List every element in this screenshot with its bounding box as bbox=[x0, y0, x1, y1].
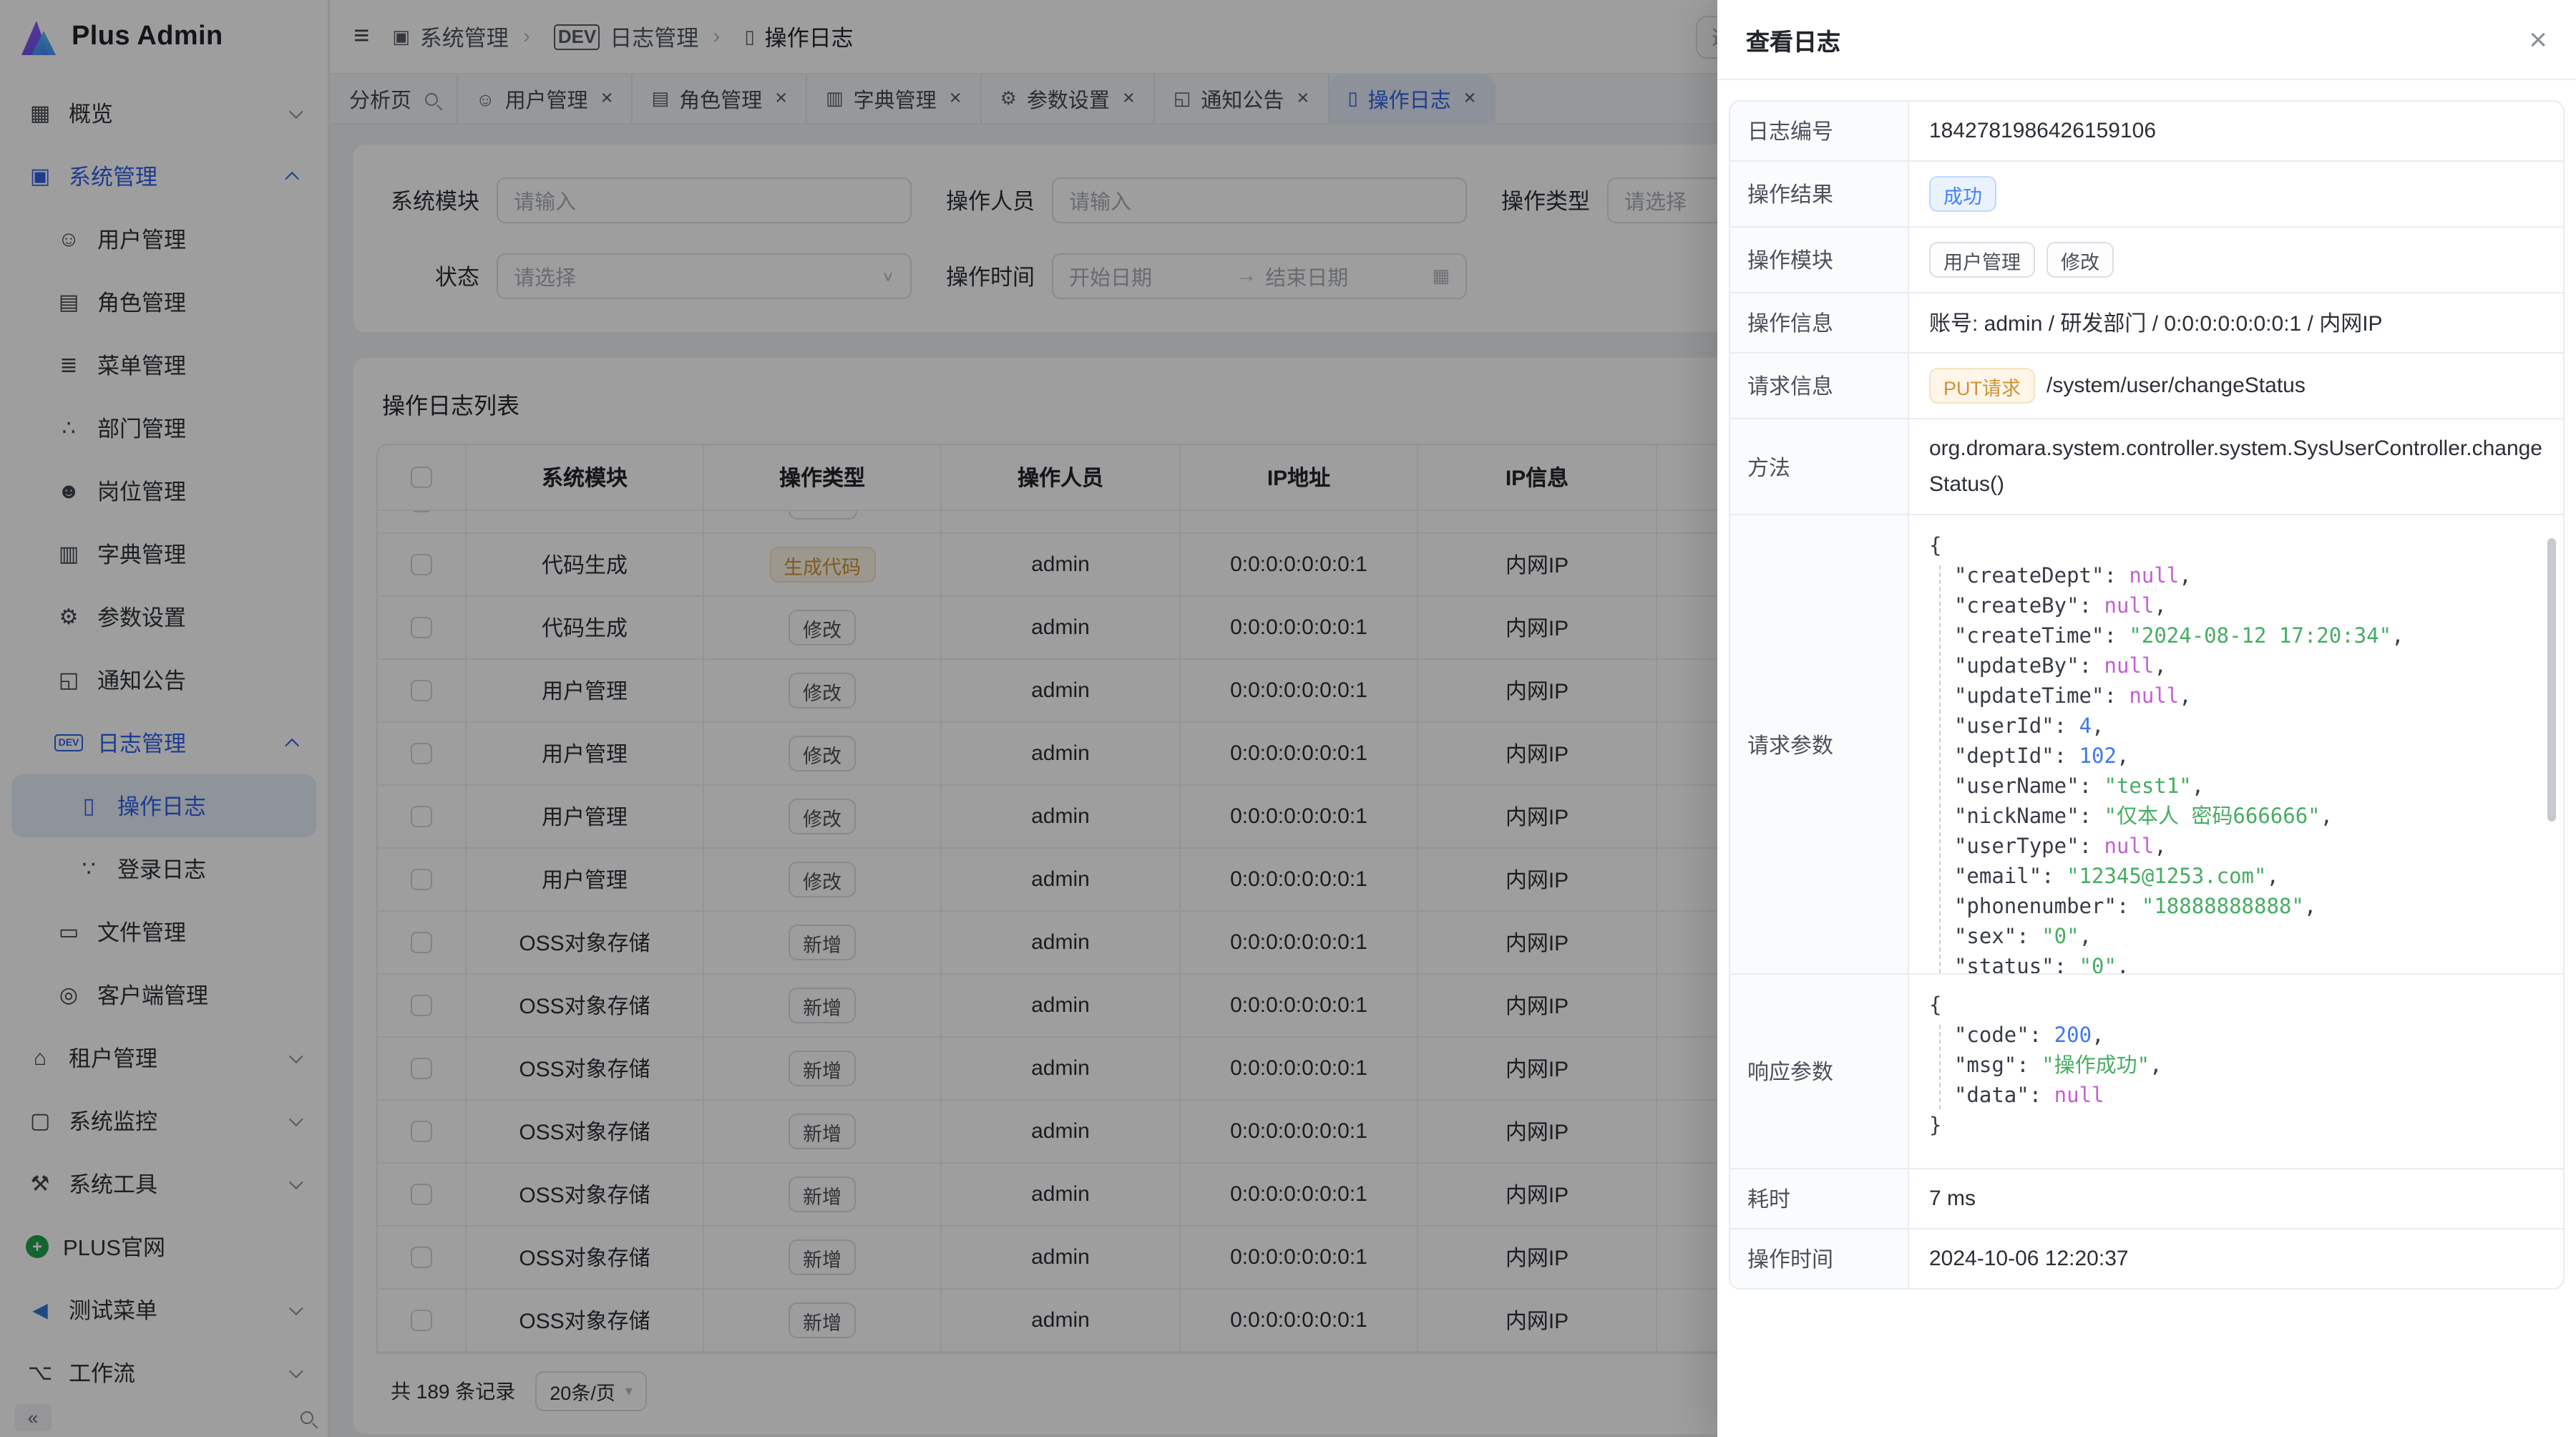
detail-row: 响应参数 { "code": 200, "msg": "操作成功", "data… bbox=[1730, 973, 2563, 1168]
log-id-value: 1842781986426159106 bbox=[1909, 102, 2563, 160]
field-label: 响应参数 bbox=[1730, 975, 1909, 1168]
operation-info-value: 账号: admin / 研发部门 / 0:0:0:0:0:0:0:1 / 内网I… bbox=[1909, 293, 2563, 352]
result-success-tag: 成功 bbox=[1929, 176, 1996, 212]
detail-row: 操作模块 用户管理 修改 bbox=[1730, 226, 2563, 292]
app: Plus Admin ▦ 概览 ▣ 系统管理 ☺ 用户管理 bbox=[0, 0, 2576, 1437]
detail-row: 操作信息 账号: admin / 研发部门 / 0:0:0:0:0:0:0:1 … bbox=[1730, 292, 2563, 352]
json-line: "userId": 4, bbox=[1929, 713, 2543, 743]
field-label: 请求参数 bbox=[1730, 515, 1909, 973]
view-log-drawer: 查看日志 × 日志编号 1842781986426159106 操作结果 成功 … bbox=[1717, 0, 2576, 1437]
json-line: { bbox=[1929, 992, 2543, 1022]
field-label: 操作时间 bbox=[1730, 1229, 1909, 1288]
json-line: } bbox=[1929, 1112, 2543, 1142]
method-value: org.dromara.system.controller.system.Sys… bbox=[1909, 419, 2563, 514]
module-tag: 修改 bbox=[2046, 242, 2114, 278]
json-line: "createDept": null, bbox=[1929, 562, 2543, 593]
drawer-title: 查看日志 bbox=[1746, 22, 1840, 57]
scrollbar-thumb[interactable] bbox=[2547, 538, 2556, 822]
json-line: "status": "0", bbox=[1929, 953, 2543, 973]
json-line: "data": null bbox=[1929, 1082, 2543, 1112]
operation-time-value: 2024-10-06 12:20:37 bbox=[1909, 1229, 2563, 1288]
detail-row: 方法 org.dromara.system.controller.system.… bbox=[1730, 418, 2563, 514]
json-line: "createTime": "2024-08-12 17:20:34", bbox=[1929, 623, 2543, 653]
json-line: "createBy": null, bbox=[1929, 593, 2543, 623]
http-method-tag: PUT请求 bbox=[1929, 368, 2035, 404]
detail-row: 操作时间 2024-10-06 12:20:37 bbox=[1730, 1228, 2563, 1288]
json-line: "updateTime": null, bbox=[1929, 683, 2543, 713]
detail-row: 日志编号 1842781986426159106 bbox=[1730, 102, 2563, 160]
request-url: /system/user/changeStatus bbox=[2046, 374, 2306, 398]
drawer-body: 日志编号 1842781986426159106 操作结果 成功 操作模块 用户… bbox=[1717, 80, 2576, 1310]
detail-row: 操作结果 成功 bbox=[1730, 160, 2563, 226]
response-params-json: { "code": 200, "msg": "操作成功", "data": nu… bbox=[1929, 992, 2543, 1142]
json-line: "nickName": "仅本人 密码666666", bbox=[1929, 803, 2543, 833]
field-label: 请求信息 bbox=[1730, 354, 1909, 418]
field-label: 操作信息 bbox=[1730, 293, 1909, 352]
duration-value: 7 ms bbox=[1909, 1169, 2563, 1228]
json-line: "updateBy": null, bbox=[1929, 653, 2543, 683]
detail-row: 耗时 7 ms bbox=[1730, 1168, 2563, 1228]
module-tag: 用户管理 bbox=[1929, 242, 2035, 278]
json-line: "userType": null, bbox=[1929, 833, 2543, 863]
json-line: "deptId": 102, bbox=[1929, 743, 2543, 773]
close-icon[interactable]: × bbox=[2529, 24, 2547, 55]
drawer-header: 查看日志 × bbox=[1717, 0, 2576, 80]
json-line: "msg": "操作成功", bbox=[1929, 1052, 2543, 1082]
json-line: "phonenumber": "18888888888", bbox=[1929, 893, 2543, 923]
log-detail-table: 日志编号 1842781986426159106 操作结果 成功 操作模块 用户… bbox=[1729, 100, 2565, 1290]
indent-guide bbox=[1939, 1025, 1941, 1109]
field-label: 操作模块 bbox=[1730, 228, 1909, 292]
json-line: "code": 200, bbox=[1929, 1022, 2543, 1052]
json-line: "sex": "0", bbox=[1929, 923, 2543, 953]
detail-row: 请求信息 PUT请求 /system/user/changeStatus bbox=[1730, 352, 2563, 418]
field-label: 日志编号 bbox=[1730, 102, 1909, 160]
json-line: { bbox=[1929, 532, 2543, 562]
json-line: "email": "12345@1253.com", bbox=[1929, 863, 2543, 893]
field-label: 操作结果 bbox=[1730, 162, 1909, 226]
json-line: "userName": "test1", bbox=[1929, 773, 2543, 803]
detail-row: 请求参数 { "createDept": null, "createBy": n… bbox=[1730, 514, 2563, 973]
request-params-json: { "createDept": null, "createBy": null, … bbox=[1929, 532, 2543, 973]
indent-guide bbox=[1939, 565, 1941, 973]
field-label: 方法 bbox=[1730, 419, 1909, 514]
field-label: 耗时 bbox=[1730, 1169, 1909, 1228]
